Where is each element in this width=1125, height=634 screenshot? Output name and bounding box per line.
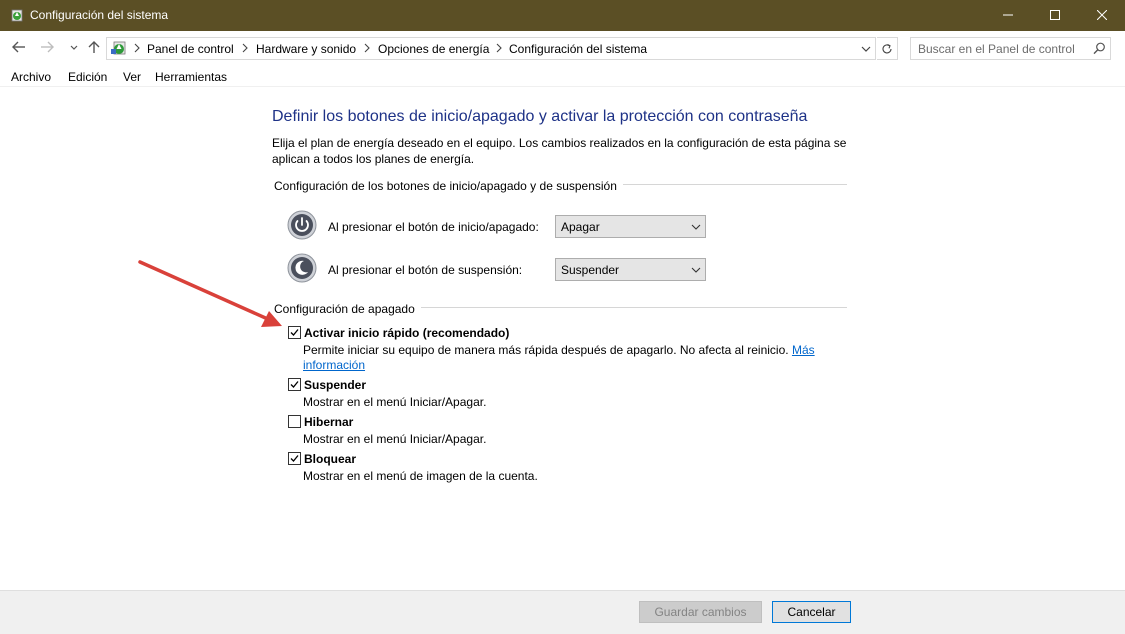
lock-description: Mostrar en el menú de imagen de la cuent… xyxy=(303,469,538,483)
dialog-footer: Guardar cambios Cancelar xyxy=(0,590,1125,634)
hibernate-checkbox[interactable] xyxy=(288,415,301,428)
power-button-action-value: Apagar xyxy=(561,220,600,234)
close-button[interactable] xyxy=(1079,0,1125,31)
suspend-checkbox[interactable] xyxy=(288,378,301,391)
forward-arrow-icon[interactable] xyxy=(39,39,55,55)
cancel-button[interactable]: Cancelar xyxy=(772,601,851,623)
menu-herramientas[interactable]: Herramientas xyxy=(155,70,227,84)
sleep-icon xyxy=(287,253,317,283)
chevron-right-icon[interactable] xyxy=(241,43,249,53)
minimize-icon xyxy=(1003,14,1013,16)
maximize-button[interactable] xyxy=(1032,0,1078,31)
recent-locations-icon[interactable] xyxy=(66,39,82,55)
sleep-button-action-value: Suspender xyxy=(561,263,620,277)
section-title-power-buttons: Configuración de los botones de inicio/a… xyxy=(274,179,623,193)
menu-edicion[interactable]: Edición xyxy=(68,70,107,84)
checkmark-icon xyxy=(290,455,299,462)
more-info-link-part1[interactable]: Más xyxy=(792,343,815,357)
search-input[interactable] xyxy=(912,39,1087,58)
breadcrumb-hardware-y-sonido[interactable]: Hardware y sonido xyxy=(256,42,356,56)
breadcrumb-opciones-de-energia[interactable]: Opciones de energía xyxy=(378,42,489,56)
navigation-bar: Panel de control Hardware y sonido Opcio… xyxy=(0,31,1125,65)
suspend-label[interactable]: Suspender xyxy=(304,378,366,392)
menu-ver[interactable]: Ver xyxy=(123,70,141,84)
fast-startup-label[interactable]: Activar inicio rápido (recomendado) xyxy=(304,326,509,340)
chevron-right-icon[interactable] xyxy=(363,43,371,53)
control-panel-icon xyxy=(111,41,126,55)
search-icon[interactable] xyxy=(1093,42,1106,55)
menu-archivo[interactable]: Archivo xyxy=(11,70,51,84)
lock-checkbox[interactable] xyxy=(288,452,301,465)
fast-startup-description-text: Permite iniciar su equipo de manera más … xyxy=(303,343,789,357)
hibernate-description: Mostrar en el menú Iniciar/Apagar. xyxy=(303,432,487,446)
refresh-button[interactable] xyxy=(877,37,898,60)
more-info-link-part2[interactable]: información xyxy=(303,358,365,372)
annotation-arrow-icon xyxy=(138,260,282,327)
menu-bar: Archivo Edición Ver Herramientas xyxy=(0,65,1125,87)
checkmark-icon xyxy=(290,329,299,336)
chevron-right-icon[interactable] xyxy=(495,43,503,53)
chevron-right-icon[interactable] xyxy=(133,43,141,53)
chevron-down-icon xyxy=(691,224,701,230)
back-arrow-icon[interactable] xyxy=(11,39,27,55)
section-title-shutdown: Configuración de apagado xyxy=(274,302,421,316)
maximize-icon xyxy=(1050,10,1060,20)
power-button-label: Al presionar el botón de inicio/apagado: xyxy=(328,220,539,234)
fast-startup-description: Permite iniciar su equipo de manera más … xyxy=(303,343,815,373)
page-title: Definir los botones de inicio/apagado y … xyxy=(272,108,808,125)
sleep-button-action-select[interactable]: Suspender xyxy=(555,258,706,281)
minimize-button[interactable] xyxy=(985,0,1031,31)
sleep-button-label: Al presionar el botón de suspensión: xyxy=(328,263,523,277)
power-button-action-select[interactable]: Apagar xyxy=(555,215,706,238)
page-description: Elija el plan de energía deseado en el e… xyxy=(272,136,847,166)
hibernate-label[interactable]: Hibernar xyxy=(304,415,353,429)
control-panel-icon xyxy=(11,9,23,22)
breadcrumb-configuracion-del-sistema[interactable]: Configuración del sistema xyxy=(509,42,647,56)
suspend-description: Mostrar en el menú Iniciar/Apagar. xyxy=(303,395,487,409)
checkmark-icon xyxy=(290,381,299,388)
search-box[interactable] xyxy=(910,37,1111,60)
save-changes-button[interactable]: Guardar cambios xyxy=(639,601,762,623)
power-icon xyxy=(287,210,317,240)
lock-label[interactable]: Bloquear xyxy=(304,452,356,466)
address-bar[interactable]: Panel de control Hardware y sonido Opcio… xyxy=(106,37,876,60)
window-title: Configuración del sistema xyxy=(30,8,169,22)
breadcrumb-panel-de-control[interactable]: Panel de control xyxy=(147,42,234,56)
chevron-down-icon[interactable] xyxy=(859,43,873,55)
up-arrow-icon[interactable] xyxy=(86,39,102,55)
main-content: Definir los botones de inicio/apagado y … xyxy=(0,87,1125,590)
close-icon xyxy=(1097,10,1107,20)
title-bar: Configuración del sistema xyxy=(0,0,1125,31)
chevron-down-icon xyxy=(691,267,701,273)
refresh-icon xyxy=(882,44,892,54)
